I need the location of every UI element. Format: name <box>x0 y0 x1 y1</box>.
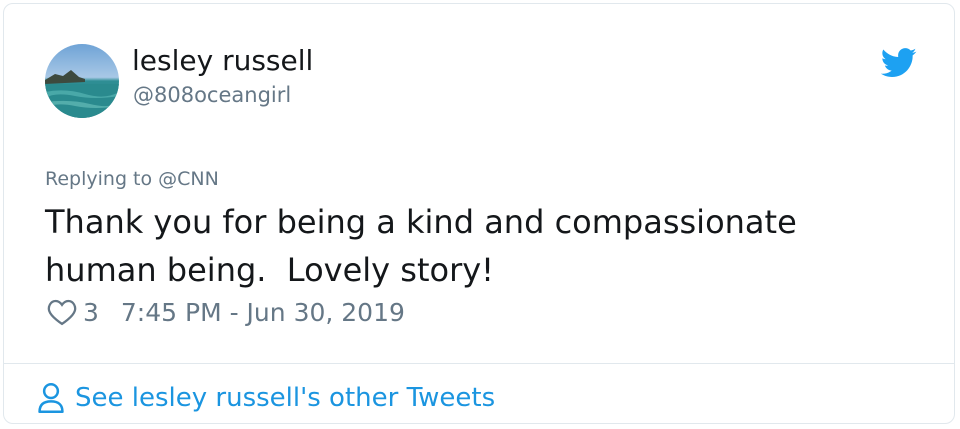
twitter-bird-icon[interactable] <box>881 48 917 78</box>
avatar[interactable] <box>45 44 119 118</box>
tweet-meta: 3 7:45 PM - Jun 30, 2019 <box>47 294 405 330</box>
person-icon <box>38 383 64 413</box>
tweet-timestamp[interactable]: 7:45 PM - Jun 30, 2019 <box>121 298 405 327</box>
divider <box>4 363 954 364</box>
see-other-tweets-link[interactable]: See lesley russell's other Tweets <box>37 378 495 418</box>
see-other-tweets-label[interactable]: See lesley russell's other Tweets <box>75 383 495 413</box>
reply-mention-link[interactable]: @CNN <box>158 168 219 190</box>
like-count: 3 <box>83 297 99 327</box>
tweet-text: Thank you for being a kind and compassio… <box>45 203 797 289</box>
avatar-image <box>45 44 119 118</box>
user-handle[interactable]: @808oceangirl <box>133 82 291 108</box>
heart-icon[interactable] <box>47 298 77 326</box>
replying-prefix: Replying to <box>45 168 159 190</box>
user-name[interactable]: lesley russell <box>132 44 313 78</box>
replying-to: Replying to @CNN <box>45 167 219 191</box>
tweet-card: lesley russell @808oceangirl Replying to… <box>3 3 955 424</box>
